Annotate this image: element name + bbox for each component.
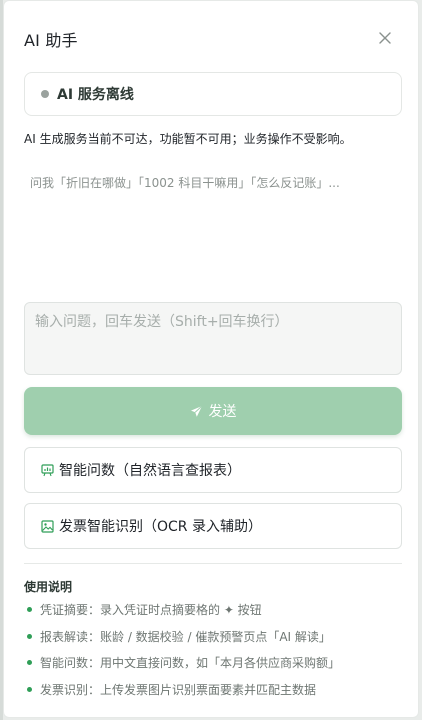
offline-note: AI 生成服务当前不可达，功能暂不可用；业务操作不受影响。 — [24, 132, 352, 146]
help-item-text: 凭证摘要：录入凭证时点摘要格的 ✦ 按钮 — [40, 603, 262, 617]
status-dot-icon — [41, 90, 49, 98]
nl-query-label: 智能问数（自然语言查报表） — [59, 463, 241, 479]
help-item: 智能问数：用中文直接问数，如「本月各供应商采购额」 — [24, 654, 340, 681]
image-icon — [41, 519, 54, 533]
bullet-icon — [27, 660, 32, 665]
close-button[interactable] — [376, 29, 394, 47]
help-item: 凭证摘要：录入凭证时点摘要格的 ✦ 按钮 — [24, 601, 340, 628]
help-title: 使用说明 — [24, 580, 73, 594]
status-label: AI 服务离线 — [57, 87, 134, 103]
panel-title: AI 助手 — [24, 31, 78, 50]
suggestion-hint: 问我「折旧在哪做」「1002 科目干嘛用」「怎么反记账」... — [30, 176, 340, 190]
send-button[interactable]: 发送 — [24, 387, 402, 435]
send-button-label: 发送 — [208, 404, 237, 420]
question-input[interactable]: 输入问题，回车发送（Shift+回车换行） — [24, 302, 402, 375]
close-icon[interactable] — [376, 29, 394, 47]
invoice-ocr-label: 发票智能识别（OCR 录入辅助） — [59, 519, 262, 535]
help-list: 凭证摘要：录入凭证时点摘要格的 ✦ 按钮 报表解读：账龄 / 数据校验 / 催款… — [24, 601, 340, 707]
help-item: 发票识别：上传发票图片识别票面要素并匹配主数据 — [24, 681, 340, 708]
help-item: 报表解读：账龄 / 数据校验 / 催款预警页点「AI 解读」 — [24, 628, 340, 655]
help-item-text: 发票识别：上传发票图片识别票面要素并匹配主数据 — [40, 682, 317, 697]
help-item-text: 报表解读：账龄 / 数据校验 / 催款预警页点「AI 解读」 — [40, 629, 331, 644]
bullet-icon — [27, 686, 32, 692]
chart-icon — [41, 463, 54, 477]
help-item-text: 智能问数：用中文直接问数，如「本月各供应商采购额」 — [40, 656, 341, 670]
ai-status-card: AI 服务离线 — [24, 72, 402, 116]
bullet-icon — [27, 633, 32, 639]
nl-query-button[interactable]: 智能问数（自然语言查报表） — [24, 447, 402, 493]
divider — [24, 563, 402, 564]
invoice-ocr-button[interactable]: 发票智能识别（OCR 录入辅助） — [24, 503, 402, 549]
ai-assistant-panel: AI 助手 AI 服务离线 AI 生成服务当前不可达，功能暂不可用；业务操作不受… — [3, 0, 419, 718]
bullet-icon — [27, 607, 32, 612]
send-icon — [190, 405, 203, 418]
